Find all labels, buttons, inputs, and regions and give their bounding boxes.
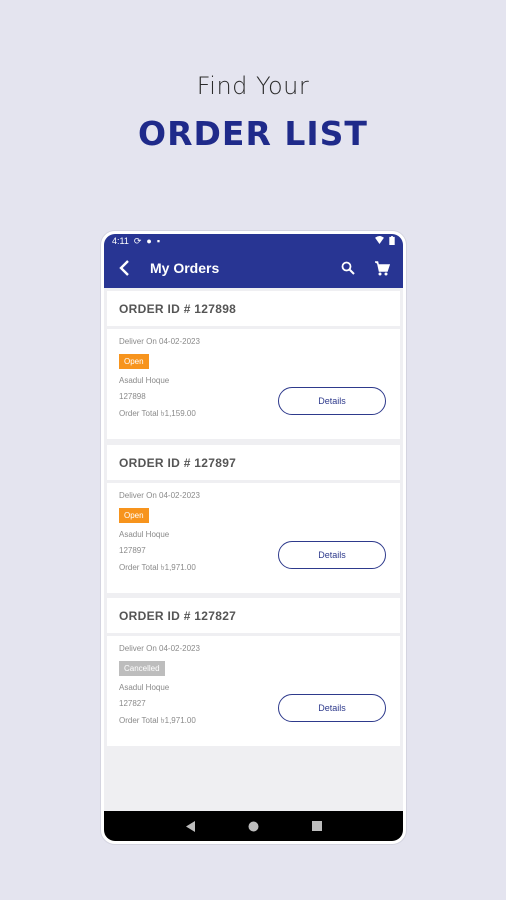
- status-time: 4:11: [112, 236, 129, 246]
- customer-name: Asadul Hoque: [119, 376, 170, 385]
- order-details: Deliver On 04-02-2023 Open Asadul Hoque …: [107, 483, 400, 593]
- home-circle-icon[interactable]: [244, 816, 264, 836]
- deliver-date: Deliver On 04-02-2023: [119, 337, 200, 346]
- customer-name: Asadul Hoque: [119, 530, 170, 539]
- status-badge: Open: [119, 354, 149, 369]
- details-button[interactable]: Details: [278, 387, 386, 415]
- sync-icon: ⟳: [133, 235, 142, 246]
- arrow-back-icon[interactable]: [114, 256, 134, 280]
- status-bar: 4:11 ⟳ ● ▪: [104, 234, 403, 248]
- promo-title: ORDER LIST: [138, 114, 368, 153]
- page-title: My Orders: [150, 260, 220, 276]
- details-button[interactable]: Details: [278, 541, 386, 569]
- phone-frame: 4:11 ⟳ ● ▪ My Orders ORDER ID # 127898 D…: [101, 231, 406, 844]
- notification-icon: ●: [146, 236, 152, 246]
- customer-name: Asadul Hoque: [119, 683, 170, 692]
- promo-subtitle: Find Your: [196, 72, 310, 100]
- status-badge: Cancelled: [119, 661, 165, 676]
- search-icon[interactable]: [337, 256, 359, 280]
- order-details: Deliver On 04-02-2023 Cancelled Asadul H…: [107, 636, 400, 746]
- order-card: ORDER ID # 127898 Deliver On 04-02-2023 …: [107, 291, 400, 439]
- orders-list: ORDER ID # 127898 Deliver On 04-02-2023 …: [104, 288, 403, 813]
- order-id: ORDER ID # 127827: [107, 598, 400, 636]
- deliver-date: Deliver On 04-02-2023: [119, 491, 200, 500]
- details-button[interactable]: Details: [278, 694, 386, 722]
- sim-icon: ▪: [156, 236, 161, 246]
- system-nav-bar: [104, 811, 403, 841]
- app-bar: My Orders: [104, 248, 403, 288]
- cart-icon[interactable]: [371, 256, 393, 280]
- order-card: ORDER ID # 127827 Deliver On 04-02-2023 …: [107, 598, 400, 746]
- order-details: Deliver On 04-02-2023 Open Asadul Hoque …: [107, 329, 400, 439]
- order-card: ORDER ID # 127897 Deliver On 04-02-2023 …: [107, 445, 400, 593]
- battery-icon: [389, 235, 395, 247]
- order-id: ORDER ID # 127898: [107, 291, 400, 329]
- wifi-icon: [375, 236, 384, 246]
- order-id: ORDER ID # 127897: [107, 445, 400, 483]
- recents-square-icon[interactable]: [307, 816, 327, 836]
- status-badge: Open: [119, 508, 149, 523]
- deliver-date: Deliver On 04-02-2023: [119, 644, 200, 653]
- back-triangle-icon[interactable]: [181, 816, 201, 836]
